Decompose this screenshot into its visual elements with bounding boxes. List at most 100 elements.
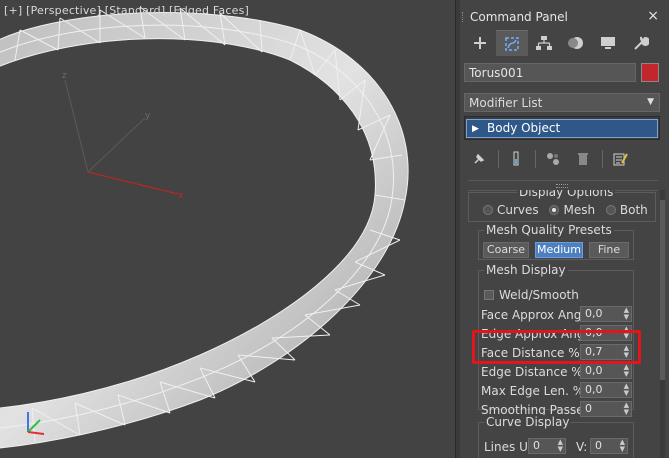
spinner-arrows-icon[interactable]: ▲ ▼ — [624, 364, 629, 378]
display-icon — [601, 37, 615, 49]
spinner-value: 0,0 — [585, 364, 603, 377]
object-color-swatch[interactable] — [641, 63, 659, 82]
configure-sets-button[interactable] — [609, 148, 631, 170]
viewport-menu-standard[interactable]: [Standard] — [105, 4, 166, 17]
face-distance-spinner[interactable]: 0,7 ▲ ▼ — [580, 344, 632, 360]
edge-approx-angle-spinner[interactable]: 0,0 ▲ ▼ — [580, 325, 632, 341]
max-edge-len-spinner[interactable]: 0,0 ▲ ▼ — [580, 382, 632, 398]
radio-mesh-label: Mesh — [563, 203, 596, 217]
edge-distance-label: Edge Distance %: — [481, 365, 587, 379]
spinner-value: 0,0 — [585, 307, 603, 320]
configure-icon — [613, 153, 628, 166]
lines-u-label: Lines U: — [484, 440, 532, 454]
rollout-scroll-area[interactable]: Display Options Curves Mesh Both Mesh Qu… — [466, 190, 656, 458]
tab-utilities[interactable] — [624, 30, 656, 56]
torus-wireframe: z y x — [0, 6, 409, 449]
radio-dot — [483, 205, 493, 215]
field-row: Max Edge Len. %: 0,0 ▲ ▼ — [466, 382, 656, 400]
motion-icon — [568, 37, 583, 49]
close-icon[interactable]: × — [647, 8, 659, 24]
y-axis-label: y — [145, 111, 151, 121]
trash-icon — [578, 153, 588, 165]
modifier-list-dropdown[interactable]: Modifier List ▼ — [464, 93, 660, 112]
spinner-arrows-icon[interactable]: ▲ ▼ — [624, 326, 629, 340]
spinner-value: 0,0 — [585, 326, 603, 339]
lines-u-spinner[interactable]: 0 ▲ ▼ — [528, 438, 566, 454]
radio-both[interactable]: Both — [605, 203, 648, 217]
plus-icon — [474, 37, 486, 49]
pin-icon — [474, 153, 485, 164]
remove-modifier-button[interactable] — [572, 148, 594, 170]
tab-motion[interactable] — [560, 30, 592, 56]
spinner-value: 0,7 — [585, 345, 603, 358]
pin-stack-button[interactable] — [468, 148, 490, 170]
spinner-value: 0 — [533, 439, 540, 452]
tab-create[interactable] — [464, 30, 496, 56]
checkbox-box — [484, 290, 494, 300]
radio-curves[interactable]: Curves — [483, 203, 539, 217]
modify-icon — [505, 36, 519, 51]
stack-item-body-object[interactable]: ▶ Body Object — [466, 119, 658, 138]
preset-medium-button[interactable]: Medium — [535, 242, 583, 258]
display-options-group: Display Options Curves Mesh Both — [468, 190, 656, 222]
weld-smooth-label: Weld/Smooth — [499, 288, 579, 302]
spinner-arrows-icon[interactable]: ▲ ▼ — [624, 345, 629, 359]
spinner-arrows-icon[interactable]: ▲ ▼ — [624, 402, 629, 416]
spinner-arrows-icon[interactable]: ▲ ▼ — [620, 439, 625, 453]
spinner-value: 0,0 — [585, 383, 603, 396]
z-axis-label: z — [62, 71, 67, 81]
tab-display[interactable] — [592, 30, 624, 56]
separator — [468, 180, 658, 181]
radio-dot — [549, 205, 560, 215]
spinner-arrows-icon[interactable]: ▲ ▼ — [624, 383, 629, 397]
viewport-menu-perspective[interactable]: [Perspective] — [26, 4, 101, 17]
modifier-list-label: Modifier List — [469, 96, 543, 110]
radio-curves-label: Curves — [497, 203, 539, 217]
face-approx-angle-label: Face Approx Angle: — [481, 308, 597, 322]
make-unique-icon — [547, 153, 559, 165]
curve-display-title: Curve Display — [484, 415, 572, 429]
object-name-field[interactable]: Torus001 — [464, 63, 636, 82]
modifier-stack: ▶ Body Object — [464, 116, 660, 140]
grip-icon[interactable] — [462, 12, 465, 22]
rollout-grip-icon[interactable] — [556, 184, 568, 188]
face-approx-angle-spinner[interactable]: 0,0 ▲ ▼ — [580, 306, 632, 322]
preset-coarse-button[interactable]: Coarse — [483, 242, 529, 258]
viewport-menu-plus[interactable]: [+] — [4, 4, 22, 17]
field-row: Face Approx Angle: 0,0 ▲ ▼ — [466, 306, 656, 324]
command-panel: Command Panel × Torus001 Modifier List ▼… — [460, 0, 669, 458]
toolbar-separator — [602, 150, 603, 168]
tab-modify[interactable] — [496, 30, 528, 56]
radio-both-label: Both — [619, 203, 648, 217]
tab-hierarchy[interactable] — [528, 30, 560, 56]
stack-item-label: Body Object — [487, 121, 561, 135]
viewport-menu-shading[interactable]: [Edged Faces] — [169, 4, 249, 17]
chevron-down-icon: ▼ — [647, 97, 654, 107]
max-edge-len-label: Max Edge Len. %: — [481, 384, 589, 398]
lines-v-spinner[interactable]: 0 ▲ ▼ — [590, 438, 628, 454]
make-unique-button[interactable] — [542, 148, 564, 170]
display-options-title: Display Options — [517, 190, 616, 199]
perspective-viewport[interactable]: z y x [+] [Perspective] [Standard] [Edge… — [0, 0, 455, 458]
spinner-arrows-icon[interactable]: ▲ ▼ — [624, 307, 629, 321]
show-end-result-button[interactable] — [505, 148, 527, 170]
panel-title: Command Panel — [470, 10, 568, 24]
field-row: Face Distance %: 0,7 ▲ ▼ — [466, 344, 656, 362]
spinner-arrows-icon[interactable]: ▲ ▼ — [558, 439, 563, 453]
weld-smooth-checkbox[interactable]: Weld/Smooth — [484, 288, 579, 302]
smoothing-passes-spinner[interactable]: 0 ▲ ▼ — [580, 401, 632, 417]
radio-mesh[interactable]: Mesh — [549, 203, 595, 217]
wrench-icon — [634, 36, 649, 50]
edge-distance-spinner[interactable]: 0,0 ▲ ▼ — [580, 363, 632, 379]
scrollbar-thumb[interactable] — [660, 200, 665, 380]
stack-toolbar — [468, 148, 658, 170]
lines-row: Lines U: 0 ▲ ▼ V: 0 ▲ ▼ — [466, 438, 656, 456]
preset-fine-button[interactable]: Fine — [589, 242, 629, 258]
v-label: V: — [576, 440, 588, 454]
expand-arrow-icon[interactable]: ▶ — [472, 124, 479, 134]
field-row: Edge Approx Angle: 0,0 ▲ ▼ — [466, 325, 656, 343]
panel-scrollbar[interactable] — [660, 190, 665, 458]
end-result-icon — [513, 151, 519, 166]
face-distance-label: Face Distance %: — [481, 346, 584, 360]
hierarchy-icon — [536, 36, 552, 50]
